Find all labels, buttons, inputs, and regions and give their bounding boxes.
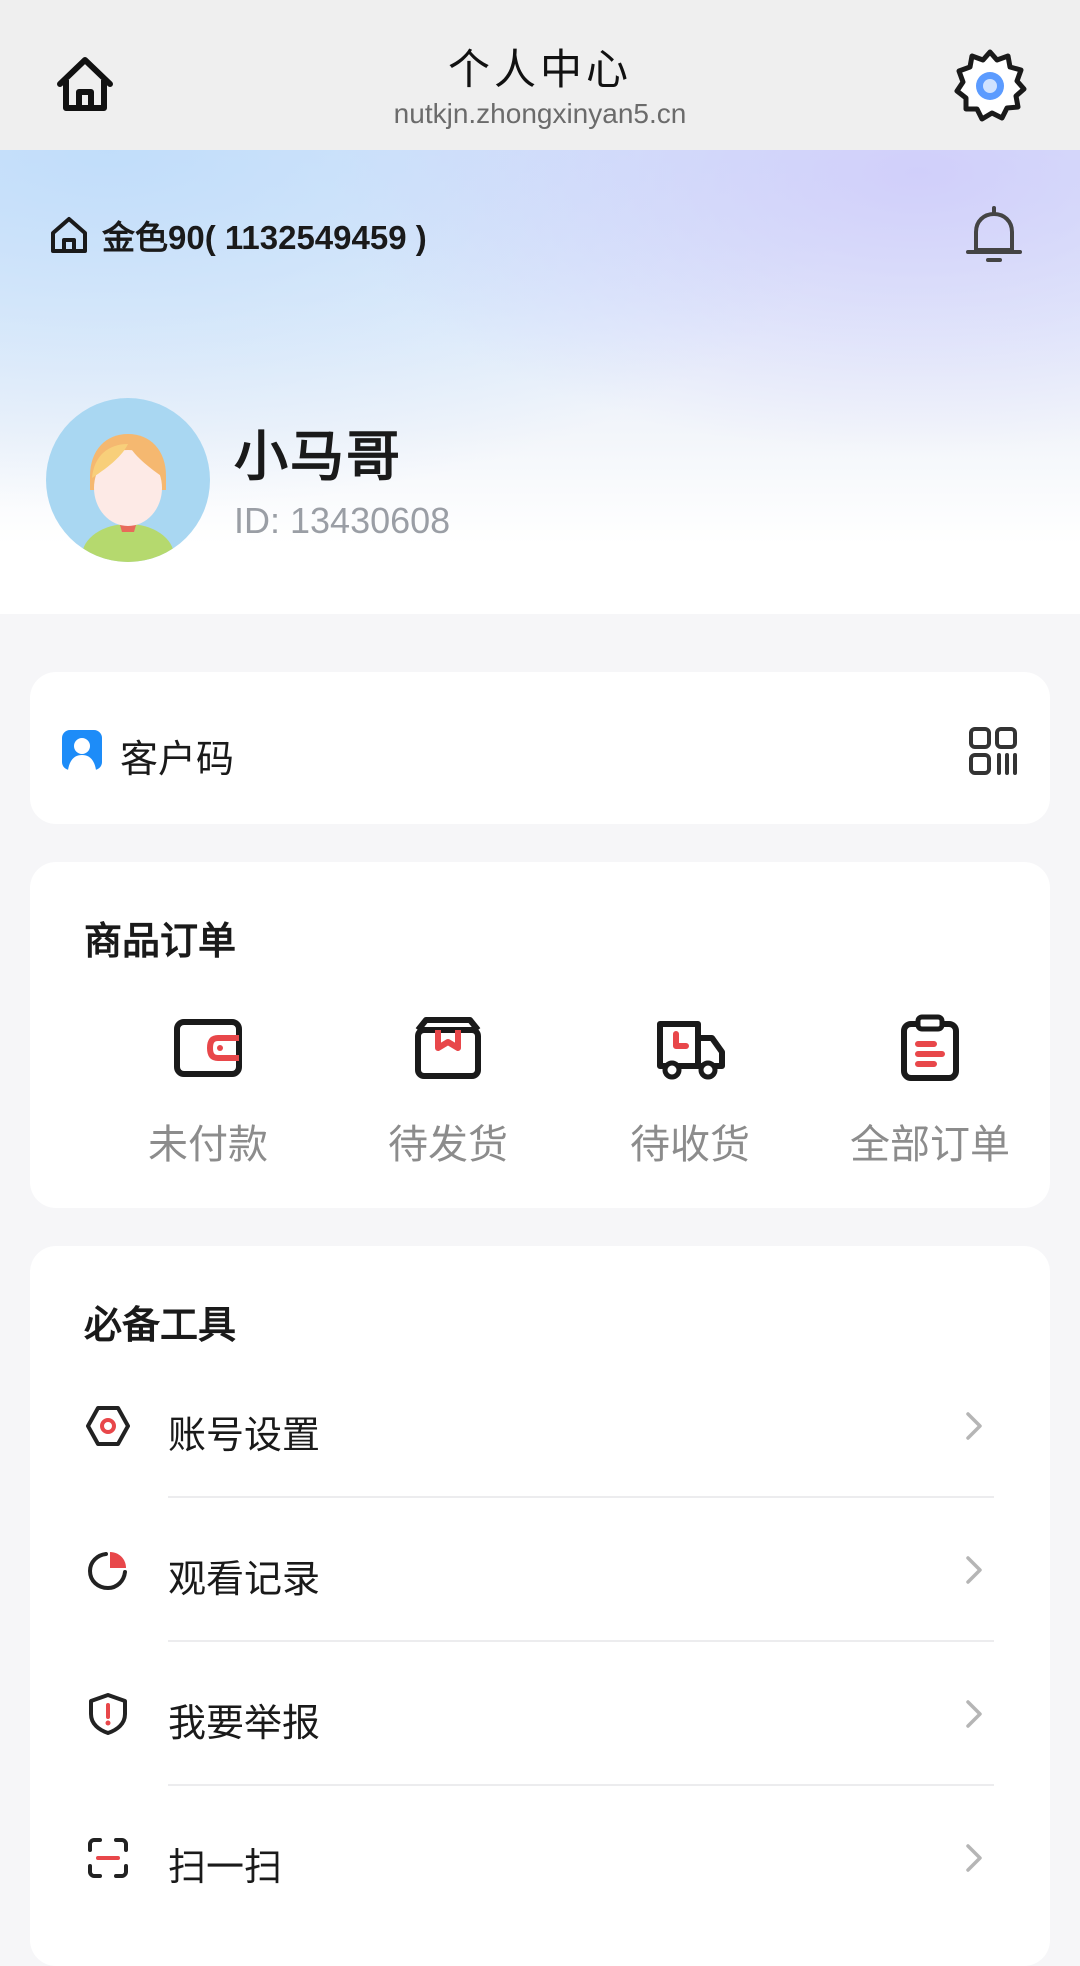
scan-icon [86,1836,130,1880]
orders-card: 商品订单 未付款 待发货 待收货 全部订单 [30,862,1050,1208]
customer-code-card[interactable]: 客户码 [30,672,1050,824]
store-home-icon [48,214,90,256]
hexagon-settings-icon [86,1404,130,1448]
order-to-ship[interactable]: 待发货 [348,1012,548,1172]
tool-account-settings[interactable]: 账号设置 [30,1354,1050,1498]
user-name: 小马哥 [234,427,402,487]
tool-report[interactable]: 我要举报 [30,1642,1050,1786]
pie-history-icon [86,1548,130,1592]
order-label: 全部订单 [850,1123,1010,1167]
chevron-right-icon [956,1840,992,1876]
package-icon [412,1012,484,1084]
customer-code-label: 客户码 [120,739,235,781]
tool-label: 观看记录 [168,1559,321,1601]
tool-watch-history[interactable]: 观看记录 [30,1498,1050,1642]
tools-title: 必备工具 [84,1305,237,1347]
store-name: 金色90( 1132549459 ) [102,219,427,256]
tool-label: 账号设置 [168,1415,321,1457]
user-id: ID: 13430608 [234,500,451,541]
store-info[interactable]: 金色90( 1132549459 ) [48,210,427,260]
orders-title: 商品订单 [84,921,237,963]
tool-scan[interactable]: 扫一扫 [30,1786,1050,1930]
page-title: 个人中心 [447,46,632,93]
bell-icon[interactable] [962,200,1026,270]
order-to-receive[interactable]: 待收货 [590,1012,790,1172]
order-unpaid[interactable]: 未付款 [108,1012,308,1172]
chevron-right-icon [956,1696,992,1732]
tool-label: 我要举报 [168,1703,321,1745]
tool-label: 扫一扫 [168,1847,283,1889]
page-domain: nutkjn.zhongxinyan5.cn [393,98,687,129]
avatar[interactable] [46,398,210,562]
gear-icon[interactable] [950,46,1030,126]
chevron-right-icon [956,1408,992,1444]
chevron-right-icon [956,1552,992,1588]
order-label: 未付款 [148,1123,268,1167]
order-label: 待收货 [630,1123,750,1167]
qr-code-icon[interactable] [968,726,1018,776]
top-navigation-bar: 个人中心 nutkjn.zhongxinyan5.cn [0,0,1080,150]
customer-code-icon [60,728,104,772]
wallet-icon [172,1012,244,1084]
order-all[interactable]: 全部订单 [830,1012,1030,1172]
shield-alert-icon [86,1692,130,1736]
delivery-truck-icon [654,1012,726,1084]
profile-header: 金色90( 1132549459 ) 小马哥 ID: 13430608 [0,150,1080,614]
clipboard-icon [894,1012,966,1084]
order-label: 待发货 [388,1123,508,1167]
tools-card: 必备工具 账号设置 观看记录 我要举报 扫一扫 [30,1246,1050,1966]
